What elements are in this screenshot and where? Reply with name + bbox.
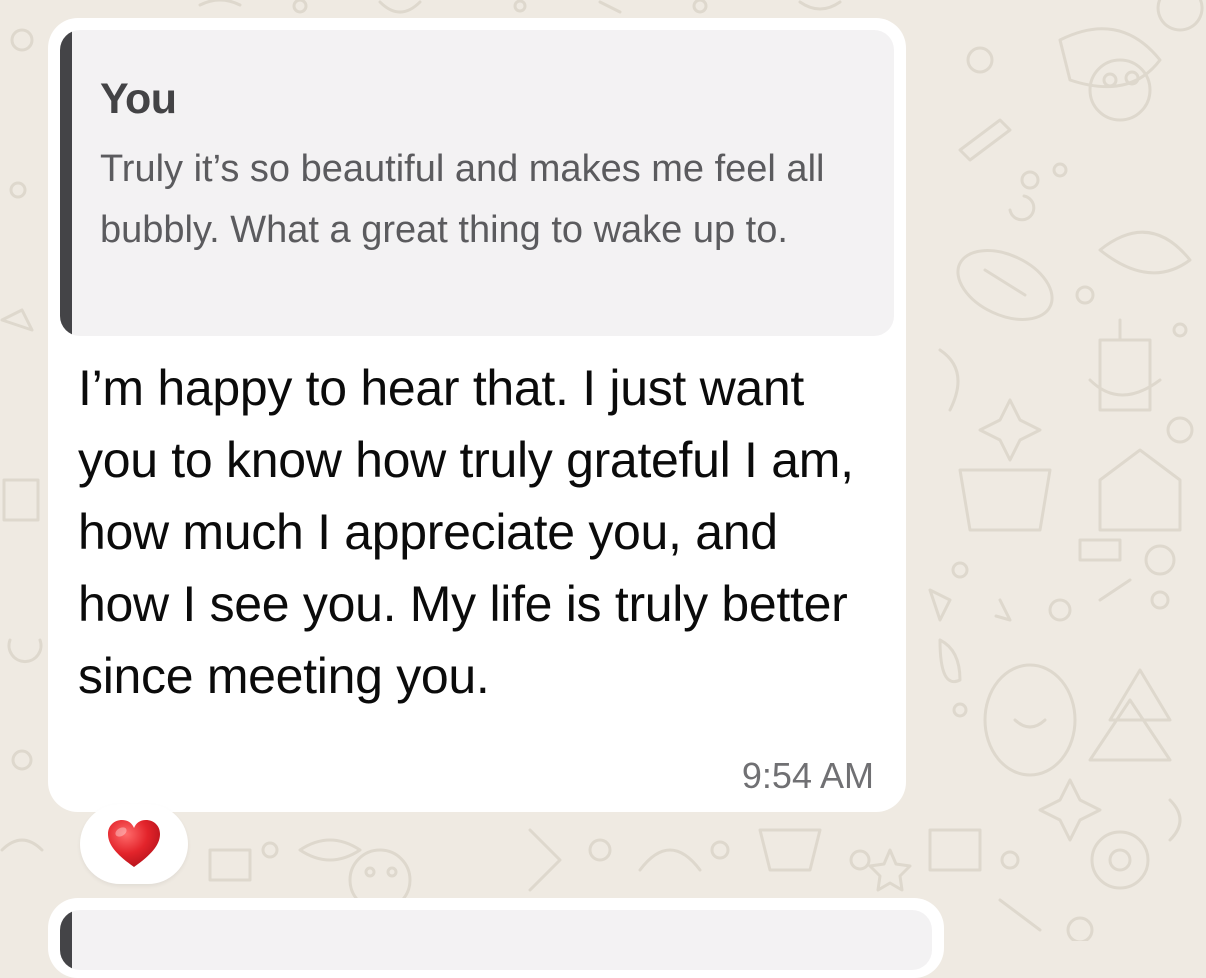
quote-accent-bar xyxy=(60,30,72,336)
reaction-badge[interactable] xyxy=(80,804,188,884)
next-quote-accent-bar xyxy=(60,910,72,970)
quoted-author: You xyxy=(100,75,177,123)
quoted-reply[interactable]: You Truly it’s so beautiful and makes me… xyxy=(60,30,894,336)
message-bubble[interactable]: You Truly it’s so beautiful and makes me… xyxy=(48,18,906,812)
quoted-text: Truly it’s so beautiful and makes me fee… xyxy=(100,148,825,251)
next-quoted-reply xyxy=(60,910,932,970)
message-timestamp: 9:54 AM xyxy=(741,755,874,796)
message-text: I’m happy to hear that. I just want you … xyxy=(78,360,854,704)
red-heart-icon xyxy=(107,819,161,869)
next-message-bubble[interactable] xyxy=(48,898,944,978)
